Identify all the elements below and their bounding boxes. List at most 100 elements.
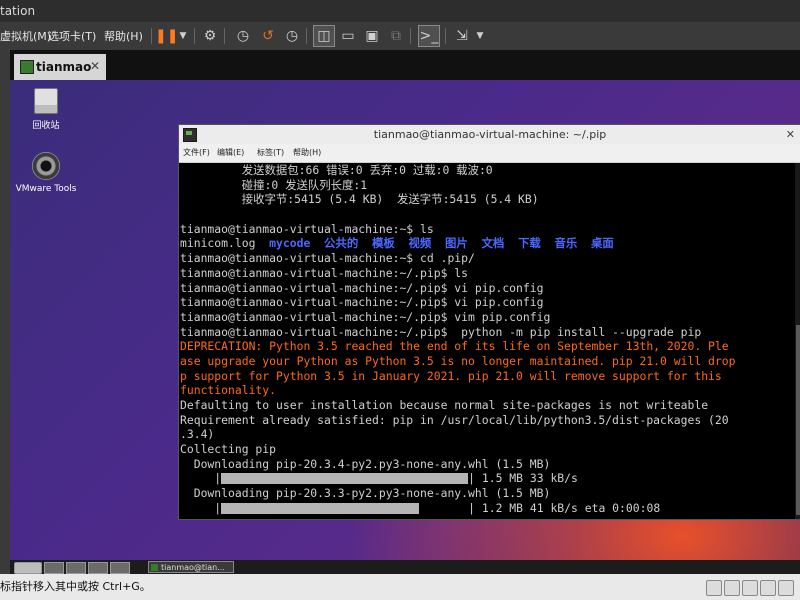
desktop-icon-label: 回收站: [32, 121, 60, 131]
terminal-line: Requirement already satisfied: pip in /u…: [180, 413, 796, 428]
deprecation-warning-text: functionality.: [180, 383, 277, 398]
host-window-title-bar: tation: [0, 0, 800, 22]
terminal-menu-tabs[interactable]: 标签(T): [257, 144, 284, 162]
pause-icon[interactable]: ❚❚: [155, 26, 178, 46]
chevron-down-icon[interactable]: ▼: [173, 26, 193, 46]
terminal-text: tianmao@tianmao-virtual-machine:~/.pip$ …: [180, 265, 469, 280]
terminal-line: tianmao@tianmao-virtual-machine:~/.pip$ …: [180, 281, 796, 296]
terminal-line: tianmao@tianmao-virtual-machine:~/.pip$ …: [180, 310, 796, 325]
terminal-output[interactable]: 发送数据包:66 错误:0 丢弃:0 过载:0 载波:0 碰撞:0 发送队列长度…: [179, 163, 796, 519]
toolbar-separator: [306, 28, 307, 44]
directory-name: 桌面: [591, 236, 614, 251]
status-hint: 标指针移入其中或按 Ctrl+G。: [0, 580, 151, 593]
menu-vm[interactable]: 虚拟机(M): [0, 28, 51, 44]
deprecation-warning-text: ase upgrade your Python as Python 3.5 is…: [180, 353, 736, 368]
directory-name: mycode: [269, 236, 311, 251]
deprecation-warning-text: p support for Python 3.5 in January 2021…: [180, 368, 722, 383]
download-progress-text: | 1.2 MB 41 kB/s eta 0:00:08: [468, 500, 661, 515]
toolbar-separator: [151, 28, 152, 44]
device-cd-icon[interactable]: [724, 580, 740, 596]
disc-icon: [32, 152, 60, 180]
terminal-line: Collecting pip: [180, 442, 796, 457]
terminal-text: tianmao@tianmao-virtual-machine:~/.pip$ …: [180, 280, 544, 295]
toolbar-separator: [410, 28, 411, 44]
terminal-line: tianmao@tianmao-virtual-machine:~$ ls: [180, 222, 796, 237]
taskbar-item-terminal[interactable]: tianmao@tian...: [148, 561, 234, 573]
terminal-text: Collecting pip: [180, 442, 277, 457]
unity-icon[interactable]: ⧉: [386, 26, 406, 46]
terminal-line: p support for Python 3.5 in January 2021…: [180, 369, 796, 384]
terminal-menu-help[interactable]: 帮助(H): [293, 144, 321, 162]
terminal-line: | | 1.5 MB 33 kB/s: [180, 471, 578, 486]
vm-icon: [20, 60, 34, 74]
directory-name: 文档: [481, 236, 505, 251]
close-icon[interactable]: ✕: [786, 125, 795, 144]
snapshot-manager-icon[interactable]: ◷: [282, 26, 302, 46]
terminal-text: tianmao@tianmao-virtual-machine:~/.pip$ …: [180, 295, 544, 310]
send-keys-icon[interactable]: ⚙: [200, 26, 220, 46]
device-hdd-icon[interactable]: [706, 580, 722, 596]
terminal-line: minicom.log mycode 公共的 模板 视频 图片 文档 下载 音乐…: [180, 236, 796, 251]
directory-name: 下载: [518, 236, 541, 251]
quicklaunch-icon[interactable]: [44, 562, 64, 574]
device-usb-icon[interactable]: [760, 580, 776, 596]
terminal-line: 碰撞:0 发送队列长度:1: [180, 178, 796, 193]
terminal-text: tianmao@tianmao-virtual-machine:~/.pip$ …: [180, 309, 551, 324]
quicklaunch-icon[interactable]: [110, 562, 130, 574]
terminal-line: Downloading pip-20.3.4-py2.py3-none-any.…: [180, 457, 796, 472]
host-tab-bar: tianmao ✕: [10, 50, 800, 80]
chevron-down-icon[interactable]: ▼: [470, 26, 490, 46]
download-progress-bar: [221, 502, 420, 514]
host-window-title: tation: [0, 4, 36, 18]
desktop-icon-label: VMware Tools: [15, 184, 77, 194]
close-icon[interactable]: ✕: [90, 59, 100, 73]
terminal-line: 接收字节:5415 (5.4 KB) 发送字节:5415 (5.4 KB): [180, 192, 796, 207]
device-sound-icon[interactable]: [778, 580, 794, 596]
quicklaunch-icon[interactable]: [88, 562, 108, 574]
terminal-window[interactable]: tianmao@tianmao-virtual-machine: ~/.pip …: [178, 124, 800, 520]
terminal-text: 发送数据包:66 错误:0 丢弃:0 过载:0 载波:0: [180, 163, 493, 177]
snapshot-icon[interactable]: ◷: [233, 26, 253, 46]
terminal-text: 接收字节:5415 (5.4 KB) 发送字节:5415 (5.4 KB): [180, 192, 539, 207]
terminal-scrollbar[interactable]: [795, 163, 800, 519]
device-network-icon[interactable]: [742, 580, 758, 596]
terminal-line: .3.4): [180, 427, 796, 442]
desktop-icon-trash[interactable]: 回收站: [11, 88, 81, 131]
terminal-line: Downloading pip-20.3.3-py2.py3-none-any.…: [180, 486, 796, 501]
single-window-icon[interactable]: ▭: [338, 26, 358, 46]
host-menubar: 虚拟机(M) 选项卡(T) 帮助(H) ❚❚ ▼ ⚙ ◷ ↺ ◷ ◫ ▭ ▣ ⧉…: [0, 22, 800, 50]
desktop-icon-vmware-tools[interactable]: VMware Tools: [11, 152, 81, 194]
directory-name: 公共的: [324, 236, 359, 251]
terminal-text: Defaulting to user installation because …: [180, 398, 709, 412]
directory-name: 视频: [408, 236, 432, 251]
revert-snapshot-icon[interactable]: ↺: [258, 26, 278, 46]
menu-tabs[interactable]: 选项卡(T): [48, 28, 96, 44]
terminal-line: 发送数据包:66 错误:0 丢弃:0 过载:0 载波:0: [180, 163, 796, 178]
host-library-rail: [0, 50, 10, 582]
download-progress-text: | 1.5 MB 33 kB/s: [468, 471, 578, 486]
terminal-menu-edit[interactable]: 编辑(E): [217, 144, 244, 162]
terminal-text: tianmao@tianmao-virtual-machine:~$ ls: [180, 221, 434, 236]
terminal-text: minicom.log: [180, 236, 270, 251]
terminal-icon[interactable]: >_: [418, 25, 440, 47]
tab-vm[interactable]: tianmao ✕: [14, 54, 106, 80]
toolbar-separator: [224, 28, 225, 44]
full-screen-icon[interactable]: ▣: [362, 26, 382, 46]
console-view-icon[interactable]: ◫: [313, 25, 335, 47]
stretch-icon[interactable]: ⇲: [452, 26, 472, 46]
start-button[interactable]: [14, 562, 42, 574]
terminal-title-bar[interactable]: tianmao@tianmao-virtual-machine: ~/.pip …: [179, 125, 800, 144]
terminal-line: tianmao@tianmao-virtual-machine:~/.pip$ …: [180, 266, 796, 281]
guest-taskbar: tianmao@tian...: [10, 560, 800, 574]
terminal-text: Downloading pip-20.3.4-py2.py3-none-any.…: [180, 456, 551, 471]
terminal-line: Defaulting to user installation because …: [180, 398, 796, 413]
scrollbar-thumb[interactable]: [796, 325, 800, 515]
toolbar-separator: [194, 28, 195, 44]
terminal-menu-file[interactable]: 文件(F): [183, 144, 210, 162]
terminal-line: DEPRECATION: Python 3.5 reached the end …: [180, 339, 796, 354]
download-progress-bar: [221, 473, 469, 485]
host-status-bar: 标指针移入其中或按 Ctrl+G。: [0, 574, 800, 600]
menu-help[interactable]: 帮助(H): [104, 28, 143, 44]
quicklaunch-icon[interactable]: [66, 562, 86, 574]
